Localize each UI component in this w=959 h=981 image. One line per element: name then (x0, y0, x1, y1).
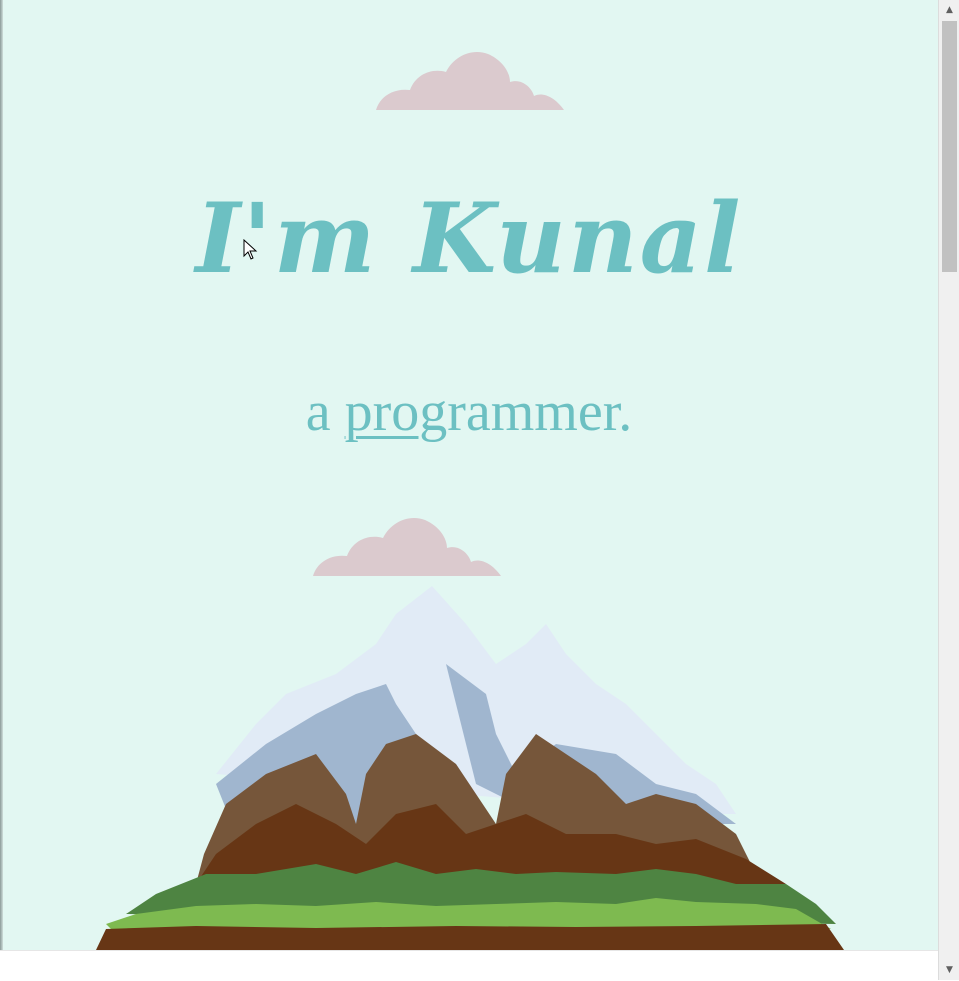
cloud-icon (313, 518, 501, 576)
mouse-cursor-icon (243, 239, 258, 260)
subtitle-prefix: a (305, 381, 345, 443)
scroll-down-arrow-icon[interactable]: ▼ (939, 960, 959, 980)
vertical-scrollbar[interactable]: ▲ ▼ (938, 0, 959, 980)
subtitle-typed-text: prog (344, 381, 448, 443)
subtitle-rest: rammer. (447, 381, 633, 443)
cloud-icon (376, 52, 564, 110)
page-title: I'm Kunal (195, 182, 743, 295)
scrollbar-thumb[interactable] (942, 21, 957, 272)
mountain-icon (96, 586, 844, 950)
window-bottom-bar (0, 950, 938, 981)
window-left-edge (0, 0, 3, 980)
scroll-up-arrow-icon[interactable]: ▲ (939, 0, 959, 20)
subtitle: a programmer. (0, 380, 938, 444)
page-viewport: I'm Kunal a programmer. (0, 0, 938, 950)
